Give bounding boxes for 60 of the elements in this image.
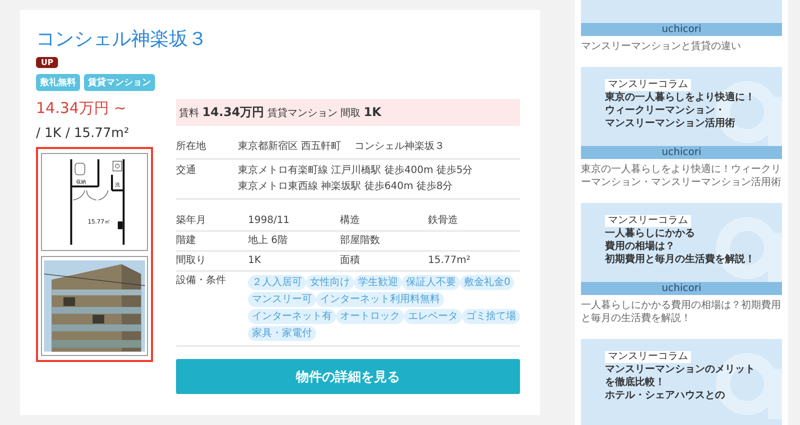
feature-tag: マンスリー可 [248, 292, 316, 307]
logo-text: uchicori [662, 146, 702, 158]
table-label: 階建 [176, 231, 248, 251]
table-label: 面積 [340, 251, 428, 271]
table-value: 東京都新宿区 西五軒町 コンシェル神楽坂３ [238, 140, 446, 154]
banner-label: マンスリーコラム [605, 79, 691, 91]
article-caption[interactable]: 一人暮らしにかかる費用の相場は？初期費用と毎月の生活費を解説！ [581, 299, 782, 325]
feature-tag: オートロック [336, 309, 404, 324]
layout-summary: / 1K / 15.77m² [36, 126, 130, 141]
up-badge: UP [36, 57, 58, 68]
table-value: 1K [248, 251, 340, 271]
feature-tag: 女性向け [306, 275, 354, 290]
banner-heading: 一人暮らしにかかる [605, 227, 696, 240]
price: 14.34万円 ~ [36, 99, 128, 118]
rent-summary: 賃料 14.34万円 賃貸マンション 間取 1K [176, 99, 520, 126]
table-label: 部屋階数 [340, 231, 428, 251]
table-label: 所在地 [176, 136, 238, 159]
table-label: 築年月 [176, 212, 248, 231]
banner-heading: ウィークリーマンション・ [605, 104, 726, 117]
article-banner[interactable]: uchicori [581, 0, 782, 36]
banner-label: マンスリーコラム [605, 351, 691, 363]
table-label: 構造 [340, 212, 428, 231]
article-banner[interactable]: マンスリーコラム 東京の一人暮らしをより快適に！ ウィークリーマンション・ マンスリーマンション活用術 uchicori [581, 67, 782, 159]
feature-tag: エレベータ [404, 309, 462, 324]
banner-heading: マンスリーマンションのメリット [605, 363, 756, 376]
banner-heading: ホテル・シェアハウスとの [605, 389, 726, 402]
banner-heading: 東京の一人暮らしをより快適に！ [605, 91, 756, 104]
feature-tag: ２人入居可 [248, 275, 306, 290]
article-caption[interactable]: マンスリーマンションと賃貸の違い [581, 40, 782, 53]
tag: 敷礼無料 [36, 74, 80, 91]
table-label: 間取り [176, 251, 248, 271]
feature-tag: インターネット利用料無料 [316, 292, 444, 307]
property-title[interactable]: コンシェル神楽坂３ [36, 28, 520, 50]
table-value: 東京メトロ有楽町線 江戸川橋駅 徒歩400m 徒歩5分 [238, 164, 474, 178]
tag: 賃貸マンション [84, 74, 155, 91]
letter-shape-icon [716, 353, 782, 419]
banner-heading: マンスリーマンション活用術 [605, 117, 736, 130]
table-value: 1998/11 [248, 212, 340, 231]
letter-shape-icon [716, 217, 782, 283]
feature-tag: 家具・家電付 [248, 326, 316, 341]
table-label: 交通 [176, 159, 238, 199]
table-value: 鉄骨造 [428, 215, 458, 226]
banner-heading: を徹底比較！ [605, 376, 666, 389]
banner-heading: 初期費用と毎月の生活費を解説！ [605, 253, 756, 266]
table-value: 地上 6階 [248, 231, 340, 251]
logo-text: uchicori [662, 282, 702, 294]
article-banner[interactable]: マンスリーコラム マンスリーマンションのメリット を徹底比較！ ホテル・シェアハウスとの [581, 339, 782, 425]
feature-tag: 保証人不要 [402, 275, 460, 290]
feature-tag: 学生歓迎 [354, 275, 402, 290]
article-caption[interactable]: 東京の一人暮らしをより快適に！ウィークリーマンション・マンスリーマンション活用術 [581, 163, 782, 189]
table-value: 15.77m² [428, 255, 470, 266]
feature-tag: 敷金礼金0 [460, 275, 514, 290]
letter-shape-icon [716, 81, 782, 147]
table-value: 東京メトロ東西線 神楽坂駅 徒歩640m 徒歩8分 [238, 180, 454, 194]
logo-text: uchicori [662, 24, 702, 36]
banner-heading: 費用の相場は？ [605, 240, 676, 253]
feature-tag: インターネット有 [248, 309, 336, 324]
article-banner[interactable]: マンスリーコラム 一人暮らしにかかる 費用の相場は？ 初期費用と毎月の生活費を解説！ uchicori [581, 203, 782, 295]
banner-label: マンスリーコラム [605, 215, 691, 227]
feature-tag: ゴミ捨て場 [462, 309, 520, 324]
